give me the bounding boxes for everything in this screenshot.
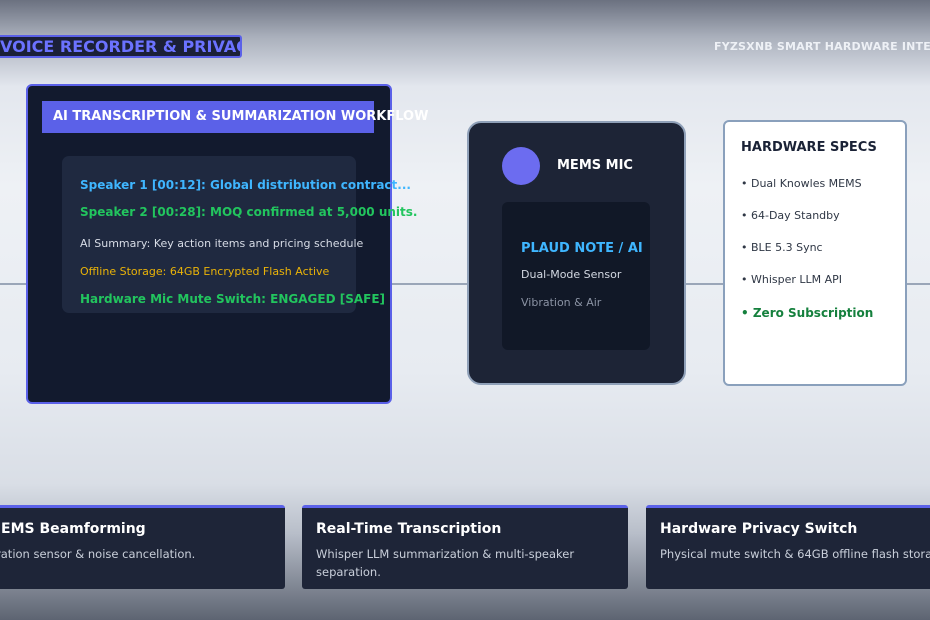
ai-summary-line: AI Summary: Key action items and pricing… bbox=[80, 237, 364, 250]
device-subtitle-1: Dual-Mode Sensor bbox=[521, 268, 622, 281]
transcript-line-speaker-2: Speaker 2 [00:28]: MOQ confirmed at 5,00… bbox=[80, 205, 418, 219]
mic-label: MEMS MIC bbox=[557, 158, 633, 173]
feature-description: Whisper LLM summarization & multi-speake… bbox=[316, 547, 575, 579]
feature-card-privacy-switch: Hardware Privacy Switch Physical mute sw… bbox=[646, 505, 930, 589]
feature-title: Real-Time Transcription bbox=[316, 521, 502, 537]
spec-item: • BLE 5.3 Sync bbox=[741, 241, 823, 254]
spec-item: • Whisper LLM API bbox=[741, 273, 843, 286]
offline-storage-line: Offline Storage: 64GB Encrypted Flash Ac… bbox=[80, 265, 330, 278]
feature-title: al MEMS Beamforming bbox=[0, 521, 146, 537]
feature-card-beamforming: al MEMS Beamforming e vibration sensor &… bbox=[0, 505, 285, 589]
brand-label: FYZSXNB SMART HARDWARE INTELLIG bbox=[714, 40, 930, 53]
feature-description: e vibration sensor & noise cancellation. bbox=[0, 547, 196, 561]
mic-indicator-icon bbox=[502, 147, 540, 185]
feature-title: Hardware Privacy Switch bbox=[660, 521, 858, 537]
specs-title: HARDWARE SPECS bbox=[741, 140, 877, 155]
feature-card-transcription: Real-Time Transcription Whisper LLM summ… bbox=[302, 505, 628, 589]
spec-item: • 64-Day Standby bbox=[741, 209, 840, 222]
transcript-line-speaker-1: Speaker 1 [00:12]: Global distribution c… bbox=[80, 178, 411, 192]
spec-item: • Dual Knowles MEMS bbox=[741, 177, 862, 190]
device-subtitle-2: Vibration & Air bbox=[521, 296, 602, 309]
workflow-title: AI TRANSCRIPTION & SUMMARIZATION WORKFLO… bbox=[42, 101, 428, 133]
page-title: VOICE RECORDER & PRIVACY bbox=[0, 35, 242, 58]
feature-description: Physical mute switch & 64GB offline flas… bbox=[660, 547, 930, 561]
device-title: PLAUD NOTE / AI bbox=[521, 241, 643, 256]
spec-item-highlight: • Zero Subscription bbox=[741, 306, 874, 320]
mic-mute-status-line: Hardware Mic Mute Switch: ENGAGED [SAFE] bbox=[80, 292, 386, 306]
